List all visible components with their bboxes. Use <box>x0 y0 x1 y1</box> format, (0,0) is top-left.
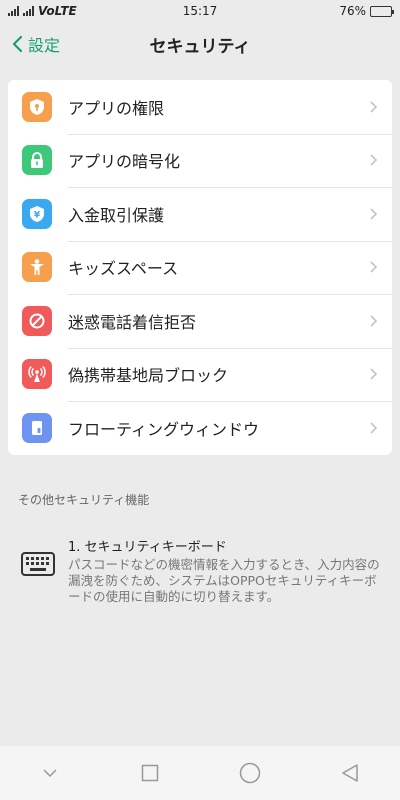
status-bar: VoLTE 15:17 76% <box>0 0 400 22</box>
signal-icon-2 <box>23 6 34 16</box>
chevron-right-icon <box>370 208 378 220</box>
menu-item-label: アプリの暗号化 <box>68 152 181 172</box>
antenna-icon <box>22 359 52 390</box>
menu-item-payment-protection[interactable]: ¥ 入金取引保護 <box>8 187 392 241</box>
section-title-other: その他セキュリティ機能 <box>18 492 150 507</box>
header: 設定 セキュリティ <box>0 22 400 66</box>
security-keyboard-info: 1. セキュリティキーボード パスコードなどの機密情報を入力するとき、入力内容の… <box>20 536 384 605</box>
chevron-right-icon <box>370 422 378 434</box>
floating-window-icon <box>22 412 52 443</box>
chevron-left-icon <box>12 35 23 53</box>
nav-collapse-button[interactable] <box>30 753 70 793</box>
menu-item-app-permissions[interactable]: アプリの権限 <box>8 80 392 134</box>
menu-item-floating-window[interactable]: フローティングウィンドウ <box>8 401 392 455</box>
circle-icon <box>239 762 261 784</box>
svg-text:¥: ¥ <box>34 210 41 220</box>
yen-shield-icon: ¥ <box>22 198 52 229</box>
network-indicator: VoLTE <box>8 4 77 18</box>
nav-back-button[interactable] <box>330 753 370 793</box>
child-icon <box>22 252 52 283</box>
nav-recents-button[interactable] <box>130 753 170 793</box>
menu-item-label: 入金取引保護 <box>68 205 165 225</box>
chevron-down-icon <box>43 769 57 778</box>
keyboard-description: パスコードなどの機密情報を入力するとき、入力内容の漏洩を防ぐため、システムはOP… <box>68 556 380 604</box>
menu-item-call-blocking[interactable]: 迷惑電話着信拒否 <box>8 294 392 348</box>
chevron-right-icon <box>370 315 378 327</box>
menu-item-app-encryption[interactable]: アプリの暗号化 <box>8 133 392 188</box>
keyboard-title: 1. セキュリティキーボード <box>68 539 227 555</box>
chevron-right-icon <box>370 261 378 273</box>
security-menu: アプリの権限 アプリの暗号化 ¥ 入金取引保護 キッズスペース 迷惑電話着信拒否 <box>8 80 392 455</box>
system-nav-bar <box>0 746 400 800</box>
battery-percent: 76% <box>339 4 366 18</box>
nav-home-button[interactable] <box>230 753 270 793</box>
network-label: VoLTE <box>38 4 77 18</box>
back-label: 設定 <box>28 36 61 55</box>
battery-icon <box>370 5 394 17</box>
menu-item-label: アプリの権限 <box>68 98 165 118</box>
chevron-right-icon <box>370 368 378 380</box>
menu-item-kids-space[interactable]: キッズスペース <box>8 240 392 295</box>
menu-item-label: キッズスペース <box>68 259 179 279</box>
keyboard-icon <box>21 551 55 576</box>
signal-icon <box>8 6 19 16</box>
menu-item-label: フローティングウィンドウ <box>68 419 260 439</box>
block-icon <box>22 305 52 336</box>
menu-item-fake-base-station-block[interactable]: 偽携帯基地局ブロック <box>8 347 392 402</box>
menu-item-label: 偽携帯基地局ブロック <box>68 366 229 386</box>
menu-item-label: 迷惑電話着信拒否 <box>68 312 197 332</box>
square-icon <box>141 764 159 782</box>
lock-icon <box>22 145 52 176</box>
chevron-right-icon <box>370 101 378 113</box>
shield-key-icon <box>22 91 52 122</box>
triangle-back-icon <box>342 764 358 782</box>
chevron-right-icon <box>370 154 378 166</box>
back-button[interactable]: 設定 <box>0 32 60 56</box>
